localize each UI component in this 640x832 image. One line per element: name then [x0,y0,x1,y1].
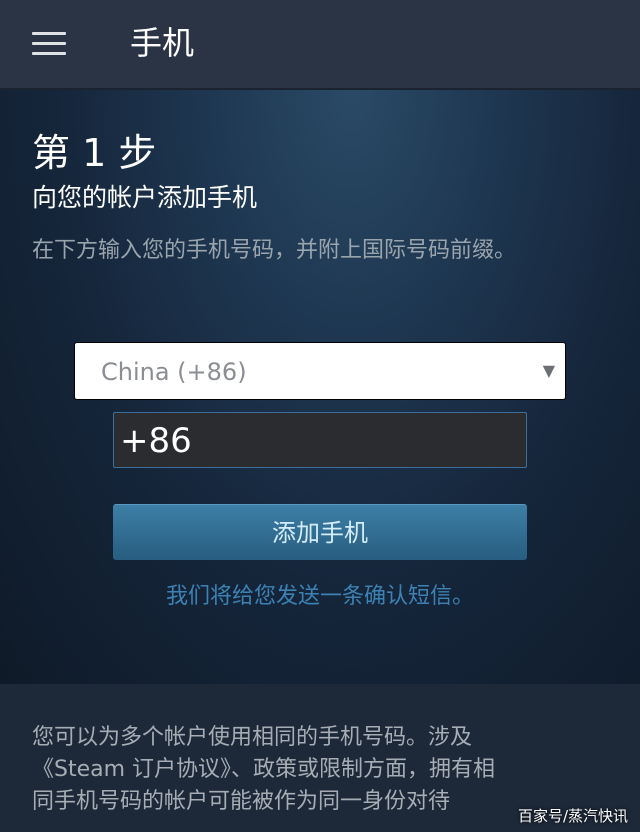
sms-confirmation-note: 我们将给您发送一条确认短信。 [165,584,474,609]
footer-line: 《Steam 订户协议》、政策或限制方面，拥有相 [32,757,496,782]
step-title: 第 1 步 [32,131,157,175]
footer-text: 您可以为多个帐户使用相同的手机号码。涉及 《Steam 订户协议》、政策或限制方… [32,722,552,818]
phone-number-value: +86 [120,421,192,461]
footer-line: 您可以为多个帐户使用相同的手机号码。涉及 [32,725,473,750]
main-panel: 第 1 步 向您的帐户添加手机 在下方输入您的手机号码，并附上国际号码前缀。 C… [0,90,640,684]
country-select[interactable]: China (+86) ▼ [74,342,566,400]
country-select-value: China (+86) [101,358,247,386]
page-title: 手机 [130,24,195,62]
menu-line [32,32,66,35]
phone-number-input[interactable]: +86 [113,412,527,468]
watermark: 百家号/蒸汽快讯 [517,807,628,825]
top-bar: 手机 [0,0,640,90]
caret-down-icon: ▼ [542,361,555,380]
add-phone-button-label: 添加手机 [272,519,368,547]
add-phone-button[interactable]: 添加手机 [113,504,527,560]
menu-line [32,52,66,55]
footer-panel: 您可以为多个帐户使用相同的手机号码。涉及 《Steam 订户协议》、政策或限制方… [0,684,640,832]
step-subtitle: 向您的帐户添加手机 [32,183,258,212]
step-description: 在下方输入您的手机号码，并附上国际号码前缀。 [32,238,517,263]
menu-line [32,42,66,45]
footer-line: 同手机号码的帐户可能被作为同一身份对待 [32,789,451,814]
hamburger-menu-icon[interactable] [30,26,70,62]
